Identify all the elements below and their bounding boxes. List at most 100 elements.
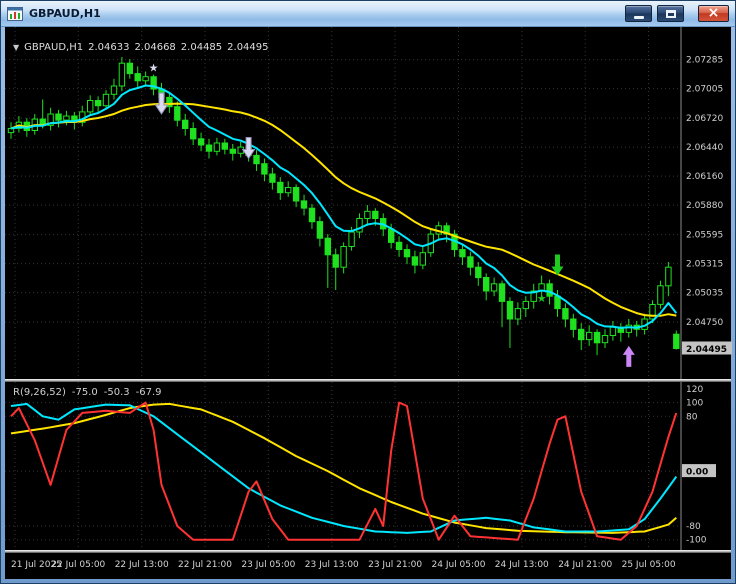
time-label: 24 Jul 13:00 (494, 560, 549, 570)
price-axis-labels[interactable]: 2.07285 2.07005 2.06720 2.06440 2.06160 2.058… (686, 56, 723, 328)
maximize-icon (665, 9, 676, 18)
signal-arrow-down-icon (241, 137, 256, 160)
bear-candle (174, 106, 181, 121)
bear-candle (55, 113, 62, 121)
indicator-scale-label: -100 (686, 536, 707, 546)
bear-candle (570, 318, 577, 330)
svg-text:2.04495: 2.04495 (686, 345, 727, 355)
time-label: 24 Jul 05:00 (431, 560, 486, 570)
indicator-value-1: -75.0 (71, 387, 98, 398)
bear-candle (673, 333, 680, 350)
main-grid (5, 27, 681, 379)
bear-candle (324, 237, 332, 256)
signal-star-icon: ★ (537, 292, 547, 305)
bull-candle (110, 85, 118, 95)
bull-candle (514, 308, 522, 320)
bull-candle (213, 142, 221, 152)
indicator-pane[interactable]: 120 100 80 0.00 -80 -100 R(9,26,52) -75.0 -50.3… (5, 382, 731, 550)
indicator-scale-label: 80 (686, 412, 698, 422)
bear-candle (308, 207, 316, 223)
bear-candle (475, 266, 482, 279)
time-label: 22 Jul 13:00 (114, 560, 169, 570)
bear-candle (546, 283, 553, 297)
bull-candle (340, 246, 347, 268)
bear-candle (388, 228, 395, 243)
close-button[interactable]: × (698, 5, 729, 22)
bull-candle (285, 187, 292, 194)
bear-candle (578, 328, 585, 341)
bear-candle (483, 277, 490, 292)
bear-candle (506, 300, 514, 320)
minimize-button[interactable] (625, 5, 652, 22)
time-axis[interactable]: 21 Jul 2025 22 Jul 05:00 22 Jul 13:00 22 Ju… (5, 553, 731, 579)
bear-candle (372, 210, 379, 220)
bear-candle (277, 181, 284, 194)
bull-candle (87, 100, 94, 113)
indicator-axis-labels[interactable]: 120 100 80 0.00 -80 -100 (682, 385, 716, 546)
main-chart-canvas: ★★2.072852.070052.067202.064402.061602.0… (5, 27, 732, 379)
bear-candle (332, 254, 339, 268)
time-label: 23 Jul 21:00 (368, 560, 423, 570)
bear-candle (459, 249, 466, 258)
maximize-button[interactable] (657, 5, 684, 22)
price-axis-label: 2.06720 (686, 114, 723, 124)
bull-candle (63, 115, 70, 121)
minimize-icon (633, 15, 644, 19)
price-axis-label: 2.05315 (686, 260, 723, 270)
bear-candle (395, 241, 403, 251)
bear-candle (261, 163, 268, 175)
price-axis-label: 2.06440 (686, 143, 723, 153)
bear-candle (467, 256, 474, 268)
bull-candle (649, 304, 656, 320)
open-value: 2.04633 (88, 42, 130, 53)
bull-candle (657, 285, 664, 305)
price-axis-label: 2.06160 (686, 172, 723, 182)
symbol-label: GBPAUD,H1 (24, 42, 84, 53)
main-chart-pane[interactable]: ★ ★ 2.07285 2.07005 2.06720 2.06440 2.06160 2.0… (5, 27, 732, 379)
indicator-header: R(9,26,52) -75.0 -50.3 -67.9 (13, 387, 168, 398)
bear-candle (316, 221, 324, 239)
indicator-grid (5, 382, 681, 550)
bear-candle (292, 187, 300, 202)
bear-candle (197, 138, 205, 146)
low-value: 2.04485 (180, 42, 223, 53)
bear-candle (182, 119, 189, 129)
bear-candle (498, 283, 506, 302)
bull-candle (625, 324, 632, 333)
collapse-icon[interactable]: ▼ (13, 43, 19, 52)
time-label: 25 Jul 05:00 (621, 560, 676, 570)
time-label: 23 Jul 05:00 (241, 560, 296, 570)
bear-candle (554, 295, 561, 310)
bear-candle (253, 154, 260, 165)
price-axis-label: 2.07005 (686, 85, 723, 95)
bear-candle (134, 73, 141, 82)
indicator-value-2: -50.3 (103, 387, 130, 398)
indicator-scale-label: -80 (686, 522, 701, 532)
bull-candle (419, 252, 427, 266)
bull-candle (142, 76, 149, 82)
current-price-tag: 2.04495 (682, 341, 732, 355)
bear-candle (190, 128, 197, 140)
bear-candle (403, 249, 411, 258)
close-value: 2.04495 (227, 42, 269, 53)
bear-candle (221, 142, 229, 150)
high-value: 2.04668 (134, 42, 176, 53)
bear-candle (593, 331, 601, 344)
slow-ma-line (10, 102, 677, 317)
bull-candle (609, 326, 617, 337)
title-bar[interactable]: GBPAUD,H1 × (1, 1, 735, 27)
price-axis-label: 2.04750 (686, 318, 723, 328)
indicator-scale-label: 100 (686, 399, 703, 409)
r-fast-red-line (10, 401, 678, 541)
chart-icon (7, 6, 23, 21)
bull-candle (522, 300, 529, 310)
indicator-scale-label: 120 (686, 385, 703, 395)
chart-window: GBPAUD,H1 × ★ ★ 2.07285 2.07005 2.06720 2.064… (0, 0, 736, 584)
bear-candle (205, 144, 213, 152)
bear-candle (562, 308, 569, 320)
fast-ma-line (10, 84, 678, 329)
bull-candle (364, 210, 371, 220)
signal-star-icon: ★ (149, 61, 159, 74)
bear-candle (229, 148, 237, 154)
time-label: 24 Jul 21:00 (558, 560, 613, 570)
